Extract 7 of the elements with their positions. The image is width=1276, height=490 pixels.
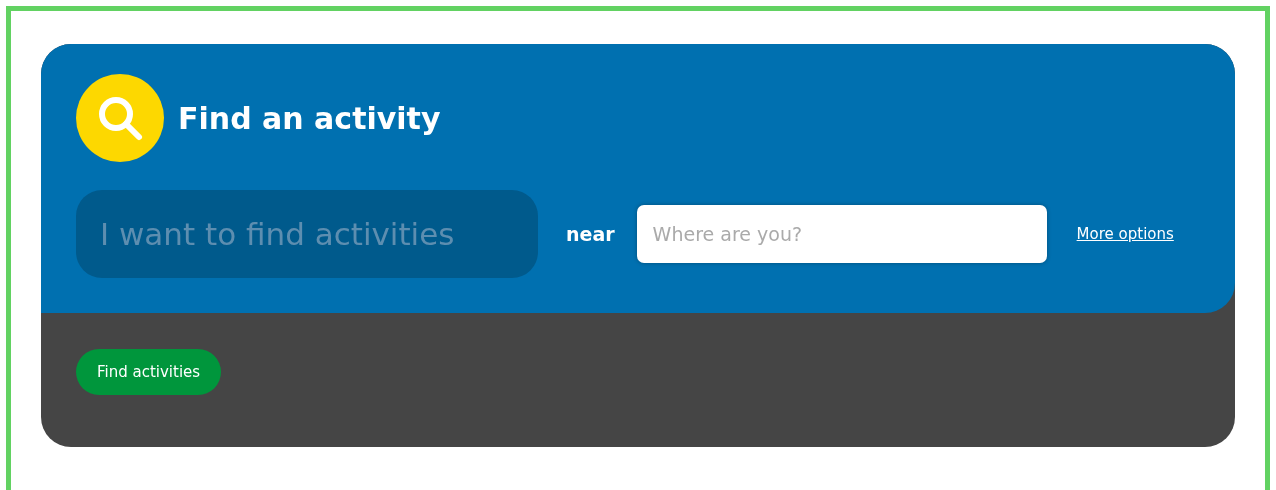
- activity-field[interactable]: I want to find activities: [76, 190, 538, 278]
- location-field[interactable]: Where are you?: [636, 205, 1047, 263]
- search-icon: [76, 74, 164, 162]
- find-activities-button[interactable]: Find activities: [76, 349, 222, 395]
- panel-title: Find an activity: [178, 100, 441, 136]
- more-options-link[interactable]: More options: [1076, 225, 1174, 243]
- near-label: near: [566, 223, 615, 245]
